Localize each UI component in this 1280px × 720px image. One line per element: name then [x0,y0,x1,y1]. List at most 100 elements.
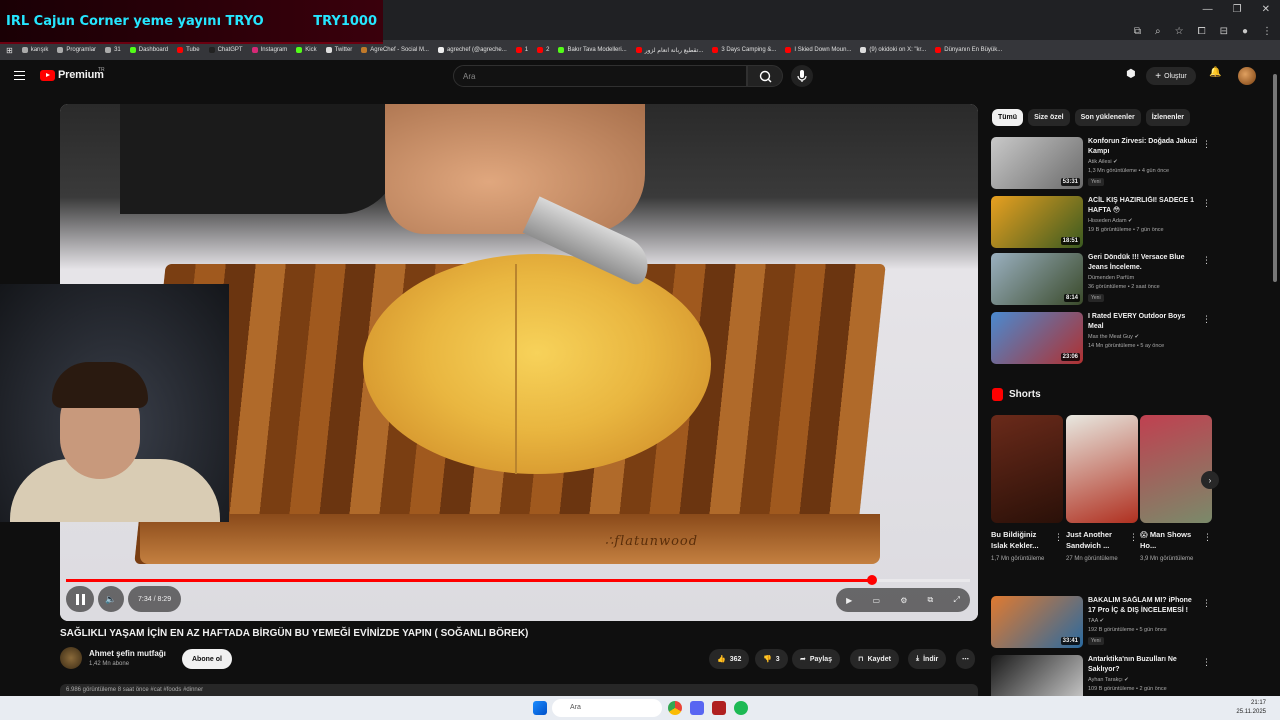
chrome-icon[interactable] [668,701,682,715]
video-thumbnail[interactable]: 33:41 [991,596,1083,648]
recommended-video[interactable]: 8:14 Geri Döndük !!! Versace Blue Jeans İ… [991,253,1213,305]
more-options-icon[interactable]: ⋮ [1202,139,1211,150]
browser-toolbar-icons[interactable]: ⧉ ⌕ ☆ ⧠ ⊟ ● ⋮ [1134,26,1272,37]
spotify-icon[interactable] [734,701,748,715]
like-button[interactable]: 👍 362 [709,649,750,669]
page-scrollbar[interactable] [1272,62,1278,692]
filter-chip[interactable]: Tümü [992,109,1024,126]
short-title[interactable]: 😱 Man Shows Ho... [1140,529,1200,551]
more-options-icon[interactable]: ⋮ [1129,532,1138,543]
channel-name[interactable]: Atik Ailesi ✔ [1088,159,1118,165]
channel-name[interactable]: TAA ✔ [1088,618,1104,624]
video-title[interactable]: Geri Döndük !!! Versace Blue Jeans İncel… [1088,253,1200,273]
save-button[interactable]: ⊓ Kaydet [850,649,899,669]
short-title[interactable]: Bu Bildiğiniz Islak Kekler... [991,529,1051,551]
short-card[interactable]: Just Another Sandwich ... 27 Mn görüntüle… [1066,415,1138,564]
bookmark-item[interactable]: Dünyanın En Büyük... [935,47,1002,53]
progress-bar[interactable] [66,575,970,585]
filter-chip[interactable]: İzlenenler [1145,109,1191,126]
more-options-icon[interactable]: ⋮ [1202,314,1211,325]
more-options-icon[interactable]: ⋮ [1202,598,1211,609]
miniplayer-icon[interactable]: ⧉ [928,595,934,605]
more-options-icon[interactable]: ⋮ [1202,255,1211,266]
share-button[interactable]: ➦ Paylaş [792,649,841,669]
video-thumbnail[interactable]: 18:51 [991,196,1083,248]
create-button[interactable]: + Oluştur [1146,67,1196,85]
channel-avatar[interactable] [60,647,82,669]
filter-chip[interactable]: Size özel [1028,109,1070,126]
autoplay-toggle-icon[interactable]: ▶ [846,596,852,605]
pause-button[interactable] [66,586,94,612]
bookmark-item[interactable]: I Skied Down Moun... [785,47,851,53]
recommended-video[interactable]: 18:51 ACİL KIŞ HAZIRLIĞI! SADECE 1 HAFTA … [991,196,1213,248]
filter-chip[interactable]: Son yüklenenler [1074,109,1141,126]
bookmark-item[interactable]: Bakır Tava Modelleri... [558,47,627,53]
bookmark-item[interactable]: 31 [105,47,121,53]
bookmark-item[interactable]: Kick [296,47,317,53]
short-card[interactable]: Bu Bildiğiniz Islak Kekler... 1,7 Mn görü… [991,415,1063,564]
app-icon[interactable] [712,701,726,715]
taskbar-search[interactable]: Ara [552,699,662,717]
more-options-icon[interactable]: ⋮ [1202,198,1211,209]
settings-gear-icon[interactable]: ⚙ [900,596,907,605]
short-thumbnail[interactable] [991,415,1063,523]
bookmark-item[interactable]: 3 Days Camping &... [712,47,776,53]
bookmark-item[interactable]: AgreChef - Social M... [361,47,429,53]
youtube-premium-logo[interactable]: Premium TR [40,67,105,81]
search-input[interactable]: Ara [453,65,747,87]
short-thumbnail[interactable] [1140,415,1212,523]
more-options-icon[interactable]: ⋮ [1203,532,1212,543]
cast-icon[interactable]: ⬢ [1126,67,1136,80]
video-thumbnail[interactable]: 23:06 [991,312,1083,364]
apps-icon[interactable]: ⊞ [6,46,13,55]
bookmark-item[interactable]: تقطيع ربانة انعام لزور... [635,47,703,54]
voice-search-button[interactable] [791,65,813,87]
video-title[interactable]: Konforun Zirvesi: Doğada Jakuzi Kampı [1088,137,1200,157]
video-thumbnail[interactable]: 8:14 [991,253,1083,305]
subtitles-icon[interactable]: ▭ [872,596,880,605]
search-button[interactable] [747,65,783,87]
more-options-icon[interactable]: ⋮ [1202,657,1211,668]
windows-start-icon[interactable] [533,701,547,715]
recommended-video[interactable]: 23:06 I Rated EVERY Outdoor Boys Meal Max … [991,312,1213,364]
recommended-video[interactable]: 53:31 Konforun Zirvesi: Doğada Jakuzi Kam… [991,137,1213,189]
discord-icon[interactable] [690,701,704,715]
account-avatar[interactable] [1238,67,1256,85]
shorts-next-chevron-icon[interactable]: › [1201,471,1219,489]
bookmark-item[interactable]: Twitter [325,47,352,53]
bookmark-item[interactable]: Instagram [251,47,287,53]
video-thumbnail[interactable]: 53:31 [991,137,1083,189]
bookmark-item[interactable]: Dashboard [129,47,168,53]
video-title[interactable]: I Rated EVERY Outdoor Boys Meal [1088,312,1200,332]
more-options-icon[interactable]: ⋮ [1054,532,1063,543]
channel-name[interactable]: Ahmet şefin mutfağı [89,649,166,658]
bookmark-item[interactable]: (9) okidoki on X: "kr... [860,47,926,53]
short-thumbnail[interactable] [1066,415,1138,523]
channel-name[interactable]: Ayhan Tarakçı ✔ [1088,677,1129,683]
bookmark-item[interactable]: 1 [515,47,528,53]
channel-name[interactable]: Hisseden Adam ✔ [1088,218,1133,224]
recommended-video[interactable]: 33:41 BAKALIM SAĞLAM MI? iPhone 17 Pro İÇ… [991,596,1213,648]
window-controls[interactable]: — ❐ ✕ [1203,4,1270,15]
video-description-box[interactable]: 6.986 görüntüleme 8 saat önce #cat #food… [60,684,978,696]
bookmark-item[interactable]: 2 [537,47,549,53]
bookmark-item[interactable]: agrechef (@agreche... [437,47,507,53]
scrollbar-thumb[interactable] [1273,74,1277,282]
bookmark-item[interactable]: Programlar [57,47,96,53]
more-actions-button[interactable]: ⋯ [956,649,975,669]
short-card[interactable]: 😱 Man Shows Ho... 3,9 Mn görüntüleme ⋮ [1140,415,1212,564]
short-title[interactable]: Just Another Sandwich ... [1066,529,1126,551]
download-button[interactable]: ⤓ İndir [908,649,947,669]
video-title[interactable]: ACİL KIŞ HAZIRLIĞI! SADECE 1 HAFTA 😳 [1088,196,1200,216]
fullscreen-icon[interactable]: ⤢ [953,595,959,605]
subscribe-button[interactable]: Abone ol [182,649,232,669]
channel-name[interactable]: Max the Meat Guy ✔ [1088,334,1139,340]
bookmark-item[interactable]: Tube [177,47,200,53]
channel-name[interactable]: Dümenden Parfüm [1088,275,1134,281]
menu-icon[interactable] [14,71,25,80]
bookmark-item[interactable]: karışık [21,47,48,53]
bookmark-item[interactable]: ChatGPT [208,47,243,53]
volume-icon[interactable]: 🔈 [98,586,124,612]
dislike-button[interactable]: 👎 3 [755,649,788,669]
video-title[interactable]: Antarktika'nın Buzulları Ne Saklıyor? [1088,655,1200,675]
